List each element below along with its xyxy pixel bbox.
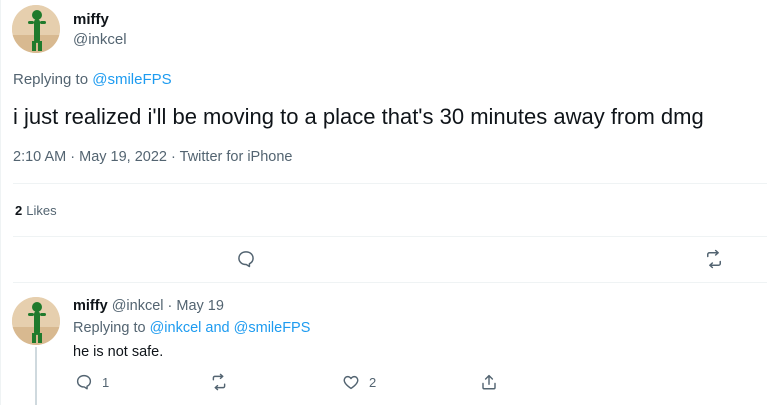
author-name[interactable]: miffy <box>73 11 109 28</box>
reply-replying-link-2[interactable]: @smileFPS <box>234 320 311 336</box>
reply-date[interactable]: May 19 <box>176 298 224 314</box>
tweet-detail-view: miffy @inkcel Replying to @smileFPS i ju… <box>0 0 767 405</box>
author-handle[interactable]: @inkcel <box>73 31 127 48</box>
replying-to-line: Replying to @smileFPS <box>13 71 172 88</box>
reply-button[interactable] <box>236 249 256 269</box>
reply-tweet-reply-button[interactable]: 1 <box>75 373 109 391</box>
meta-separator: · <box>171 149 176 165</box>
reply-separator: · <box>167 298 173 314</box>
reply-replying-to-line: Replying to @inkcel and @smileFPS <box>73 320 310 336</box>
likes-label: Likes <box>26 203 57 218</box>
tweet-date[interactable]: May 19, 2022 <box>79 149 167 165</box>
replying-to-link[interactable]: @smileFPS <box>92 71 171 88</box>
tweet-source[interactable]: Twitter for iPhone <box>180 149 293 165</box>
reply-icon <box>238 251 254 268</box>
tweet-metadata: 2:10 AM · May 19, 2022 · Twitter for iPh… <box>13 149 292 165</box>
tweet-text: i just realized i'll be moving to a plac… <box>13 104 704 129</box>
divider <box>13 236 767 237</box>
reply-author-name[interactable]: miffy <box>73 298 108 314</box>
thread-line <box>35 347 37 405</box>
avatar[interactable] <box>12 297 60 345</box>
retweet-icon <box>707 249 721 269</box>
reply-tweet-like-button[interactable]: 2 <box>342 373 376 391</box>
tweet-time[interactable]: 2:10 AM <box>13 149 66 165</box>
reply-replying-and: and <box>205 320 230 336</box>
divider <box>13 183 767 184</box>
reply-count: 1 <box>102 374 110 390</box>
reply-header: miffy @inkcel · May 19 <box>73 298 224 314</box>
heart-icon <box>343 375 359 390</box>
green-figure-avatar-icon <box>12 5 60 53</box>
green-figure-avatar-icon <box>12 297 60 345</box>
divider <box>13 282 767 283</box>
meta-separator: · <box>70 149 76 165</box>
reply-replying-label: Replying to <box>73 320 146 336</box>
share-icon <box>482 374 496 390</box>
retweet-button[interactable] <box>704 249 724 269</box>
reply-replying-link-1[interactable]: @inkcel <box>150 320 202 336</box>
replying-to-label: Replying to <box>13 71 89 88</box>
likes-count: 2 <box>15 203 23 218</box>
likes-stat[interactable]: 2 Likes <box>15 203 57 218</box>
reply-text: he is not safe. <box>73 344 164 360</box>
retweet-icon <box>212 373 226 391</box>
reply-author-handle[interactable]: @inkcel <box>112 298 164 314</box>
avatar[interactable] <box>12 5 60 53</box>
reply-tweet-share-button[interactable] <box>480 373 498 391</box>
reply-icon <box>76 374 92 390</box>
reply-tweet-retweet-button[interactable] <box>210 373 237 391</box>
like-count: 2 <box>369 374 377 390</box>
